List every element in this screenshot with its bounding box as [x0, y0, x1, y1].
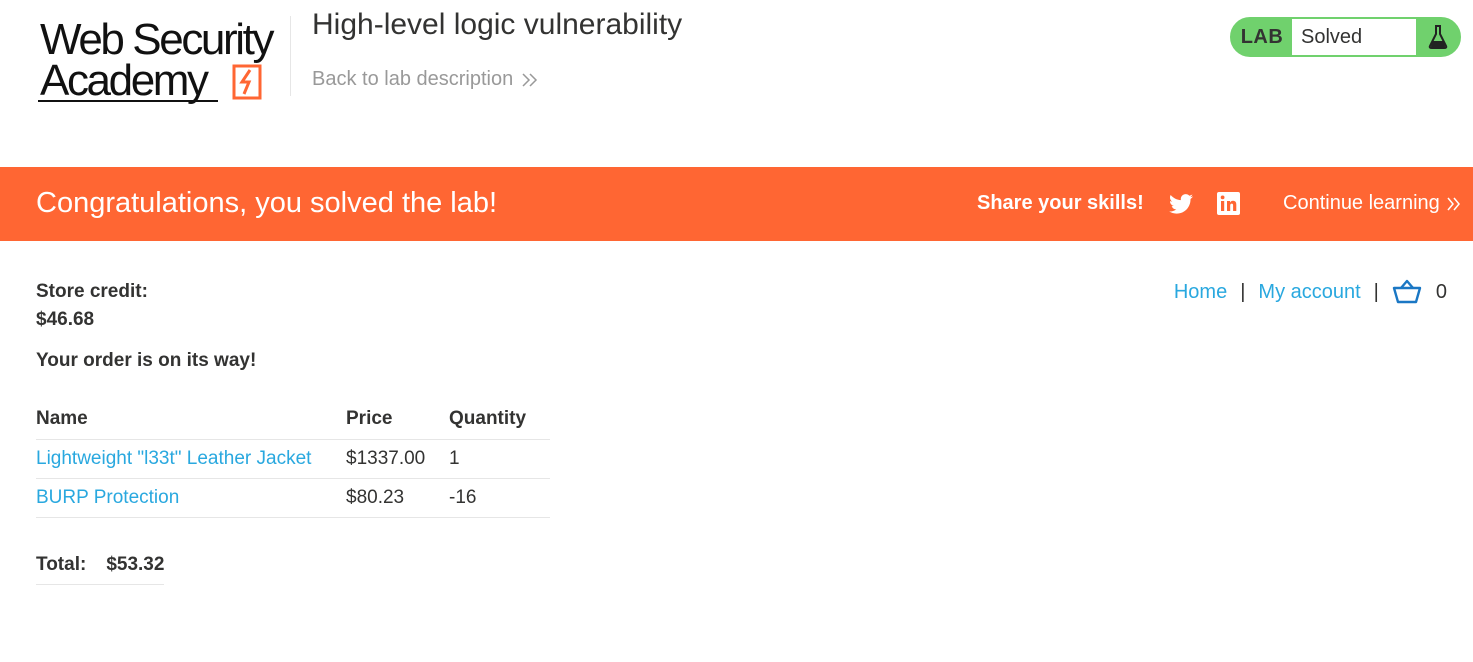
flask-icon-wrapper	[1416, 19, 1459, 55]
total-row: Total: $53.32	[36, 546, 165, 585]
header-divider	[290, 16, 291, 96]
order-confirmation-message: Your order is on its way!	[36, 350, 257, 371]
top-navigation: Home | My account | 0	[1174, 279, 1447, 305]
column-header-name: Name	[36, 400, 346, 440]
web-security-academy-logo[interactable]: Web Security Academy	[36, 12, 288, 108]
lab-badge-label: LAB	[1240, 25, 1284, 48]
lab-status-text: Solved	[1292, 19, 1416, 55]
store-credit-label: Store credit:	[36, 281, 148, 302]
total-value: $53.32	[106, 546, 165, 585]
table-row: Lightweight "l33t" Leather Jacket $1337.…	[36, 439, 550, 479]
share-skills-label: Share your skills!	[977, 192, 1144, 214]
item-name-link[interactable]: BURP Protection	[36, 487, 179, 508]
nav-separator: |	[1373, 280, 1379, 303]
store-credit-value: $46.68	[36, 309, 95, 330]
nav-my-account-link[interactable]: My account	[1258, 281, 1360, 304]
item-name-cell: BURP Protection	[36, 478, 346, 518]
item-quantity-cell: 1	[449, 439, 550, 479]
linkedin-icon[interactable]	[1217, 192, 1240, 215]
item-price-cell: $1337.00	[346, 439, 449, 479]
twitter-icon[interactable]	[1169, 193, 1193, 215]
item-price-cell: $80.23	[346, 478, 449, 518]
continue-learning-link[interactable]: Continue learning	[1283, 192, 1462, 215]
back-to-lab-description-link[interactable]: Back to lab description	[312, 68, 539, 91]
flask-icon	[1428, 25, 1447, 49]
solved-banner: Congratulations, you solved the lab! Sha…	[0, 167, 1473, 241]
item-name-link[interactable]: Lightweight "l33t" Leather Jacket	[36, 448, 311, 469]
total-label: Total:	[36, 546, 107, 585]
lightning-bolt-icon	[232, 64, 262, 100]
double-chevron-right-icon	[522, 72, 538, 87]
nav-separator: |	[1240, 280, 1246, 303]
continue-learning-label: Continue learning	[1283, 192, 1440, 214]
table-row: BURP Protection $80.23 -16	[36, 478, 550, 518]
order-total-table: Total: $53.32	[36, 546, 165, 585]
item-quantity-cell: -16	[449, 478, 550, 518]
item-name-cell: Lightweight "l33t" Leather Jacket	[36, 439, 346, 479]
lab-status-badge: LAB Solved	[1230, 17, 1461, 57]
double-chevron-right-icon	[1447, 197, 1460, 210]
column-header-price: Price	[346, 400, 449, 440]
order-items-table: Name Price Quantity Lightweight "l33t" L…	[36, 400, 550, 518]
nav-home-link[interactable]: Home	[1174, 281, 1227, 304]
cart-icon[interactable]	[1392, 279, 1422, 305]
lab-title: High-level logic vulnerability	[312, 8, 683, 41]
back-link-label: Back to lab description	[312, 68, 514, 90]
logo-underline	[38, 100, 218, 102]
congratulations-message: Congratulations, you solved the lab!	[36, 187, 498, 219]
column-header-quantity: Quantity	[449, 400, 550, 440]
table-header-row: Name Price Quantity	[36, 400, 550, 440]
cart-count: 0	[1435, 280, 1447, 303]
logo-text-line2: Academy	[40, 56, 209, 105]
